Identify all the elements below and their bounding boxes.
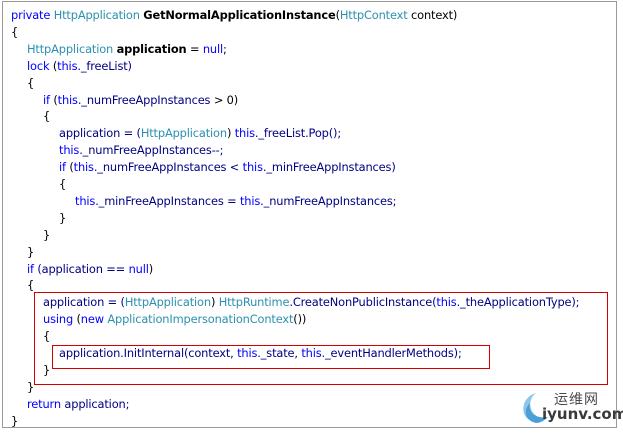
code-token: } bbox=[43, 227, 51, 242]
code-token: > 0) bbox=[210, 92, 239, 107]
code-token: ._numFreeAppInstances bbox=[77, 92, 211, 107]
code-token: ) bbox=[226, 126, 235, 141]
code-token: private bbox=[11, 8, 54, 22]
code-line: application = (HttpApplication) this._fr… bbox=[59, 125, 341, 142]
code-token: application = ( bbox=[59, 126, 141, 141]
code-token: this bbox=[234, 126, 255, 141]
code-token: this bbox=[59, 143, 80, 158]
code-line: this._minFreeAppInstances = this._numFre… bbox=[75, 193, 397, 210]
code-line: } bbox=[59, 210, 66, 227]
code-token: return bbox=[27, 396, 61, 411]
code-token: ( bbox=[65, 160, 74, 175]
code-token: HttpApplication bbox=[140, 126, 227, 141]
highlight-box-outer bbox=[34, 292, 608, 385]
code-token: this bbox=[239, 193, 261, 208]
code-token: ._freeList) bbox=[77, 58, 132, 73]
code-token: { bbox=[27, 75, 35, 90]
code-token: } bbox=[11, 413, 19, 428]
code-token: (application == bbox=[33, 261, 129, 276]
code-token: this bbox=[75, 193, 96, 208]
watermark-logo: 运维网 iyunv.com bbox=[514, 383, 623, 429]
code-token: if bbox=[59, 160, 66, 175]
code-token: HttpApplication bbox=[53, 8, 144, 22]
code-token: ._numFreeAppInstances--; bbox=[79, 143, 224, 158]
code-token: application bbox=[116, 41, 187, 56]
code-token: ; bbox=[223, 41, 227, 56]
code-token: ._minFreeAppInstances) bbox=[262, 160, 396, 175]
code-line: this._numFreeAppInstances--; bbox=[59, 142, 223, 159]
code-line: } bbox=[43, 227, 50, 244]
code-token: this bbox=[73, 160, 94, 175]
code-line: } bbox=[27, 244, 34, 261]
code-token: ._numFreeAppInstances < bbox=[93, 160, 243, 175]
code-token: } bbox=[27, 244, 35, 259]
code-token: ._minFreeAppInstances = bbox=[95, 193, 240, 208]
code-line: if (this._numFreeAppInstances < this._mi… bbox=[59, 159, 396, 176]
code-token: lock bbox=[27, 58, 50, 73]
code-token: if bbox=[43, 92, 50, 107]
code-token: null bbox=[202, 41, 223, 56]
code-line: private HttpApplication GetNormalApplica… bbox=[11, 7, 457, 24]
code-token: { bbox=[27, 278, 35, 293]
code-line: if (application == null) bbox=[27, 261, 153, 278]
code-token: application; bbox=[60, 396, 130, 411]
code-snippet-panel: private HttpApplication GetNormalApplica… bbox=[2, 1, 617, 428]
code-token: ._freeList.Pop(); bbox=[254, 126, 342, 141]
code-token: { bbox=[43, 109, 51, 124]
code-token: ) bbox=[148, 261, 154, 276]
code-token: ( bbox=[49, 58, 58, 73]
code-token: this bbox=[57, 58, 78, 73]
code-line: { bbox=[11, 24, 18, 41]
code-token: null bbox=[128, 261, 149, 276]
code-token: } bbox=[59, 210, 67, 225]
code-line: { bbox=[43, 108, 50, 125]
code-token: { bbox=[59, 177, 67, 191]
code-token: = bbox=[186, 41, 203, 56]
code-line: { bbox=[27, 75, 34, 92]
watermark-brand-url: iyunv.com bbox=[542, 405, 623, 423]
code-token: ._numFreeAppInstances; bbox=[260, 193, 397, 208]
code-line: } bbox=[11, 413, 18, 430]
code-token: this bbox=[57, 92, 78, 107]
code-token: if bbox=[27, 261, 34, 276]
code-token: ( bbox=[49, 92, 58, 107]
code-token: this bbox=[242, 160, 263, 175]
code-line: { bbox=[59, 176, 66, 193]
code-token: GetNormalApplicationInstance bbox=[143, 8, 336, 22]
code-token: { bbox=[11, 24, 19, 39]
code-token: HttpApplication bbox=[27, 41, 117, 56]
code-line: lock (this._freeList) bbox=[27, 58, 132, 75]
code-token: HttpContext bbox=[339, 8, 408, 22]
code-line: return application; bbox=[27, 396, 129, 413]
code-line: HttpApplication application = null; bbox=[27, 41, 227, 58]
highlight-box-inner bbox=[52, 345, 490, 369]
code-line: if (this._numFreeAppInstances > 0) bbox=[43, 92, 238, 109]
code-token: context) bbox=[407, 8, 458, 22]
